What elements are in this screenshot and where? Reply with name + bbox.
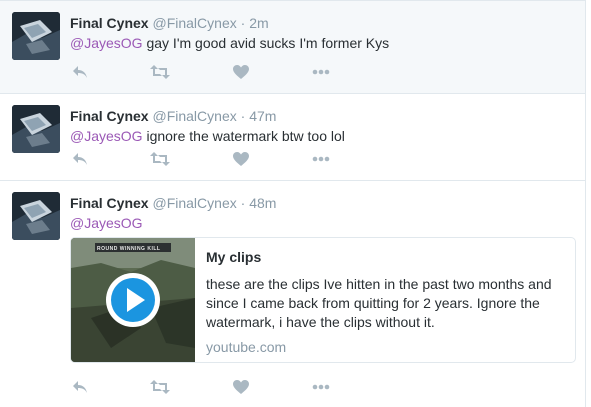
reply-button[interactable] bbox=[72, 150, 88, 168]
username[interactable]: @FinalCynex bbox=[152, 15, 236, 31]
separator: · bbox=[240, 15, 246, 31]
like-icon bbox=[233, 65, 249, 79]
more-icon bbox=[312, 156, 330, 162]
timestamp[interactable]: 47m bbox=[249, 108, 276, 124]
tweet-actions bbox=[70, 150, 370, 168]
tweet-text: @JayesOG ignore the watermark btw too lo… bbox=[70, 127, 345, 146]
timestamp[interactable]: 2m bbox=[249, 15, 268, 31]
reply-button[interactable] bbox=[72, 63, 88, 81]
username[interactable]: @FinalCynex bbox=[152, 195, 236, 211]
timestamp[interactable]: 48m bbox=[249, 195, 276, 211]
more-button[interactable] bbox=[312, 150, 330, 168]
card-title[interactable]: My clips bbox=[206, 248, 566, 267]
separator: · bbox=[240, 195, 246, 211]
card-description: these are the clips Ive hitten in the pa… bbox=[206, 276, 552, 330]
tweet-header: Final Cynex @FinalCynex · 48m bbox=[70, 194, 276, 212]
retweet-icon bbox=[150, 65, 170, 79]
tweet-actions bbox=[70, 378, 370, 396]
separator: · bbox=[240, 108, 246, 124]
tweet-body: ignore the watermark btw too lol bbox=[142, 128, 345, 144]
video-thumbnail[interactable]: ROUND WINNING KILL bbox=[71, 238, 195, 362]
card-body: My clips these are the clips Ive hitten … bbox=[206, 248, 566, 357]
more-icon bbox=[312, 69, 330, 75]
play-icon[interactable] bbox=[105, 272, 161, 328]
tweet-text: @JayesOG bbox=[70, 214, 143, 233]
avatar[interactable] bbox=[12, 192, 60, 240]
more-button[interactable] bbox=[312, 378, 330, 396]
timeline: Final Cynex @FinalCynex · 2m @JayesOG ga… bbox=[0, 0, 586, 407]
display-name[interactable]: Final Cynex bbox=[70, 195, 149, 211]
mention-link[interactable]: @JayesOG bbox=[70, 35, 143, 51]
thumbnail-caption: ROUND WINNING KILL bbox=[97, 246, 161, 252]
reply-button[interactable] bbox=[72, 378, 88, 396]
avatar[interactable] bbox=[12, 105, 60, 153]
tweet[interactable]: Final Cynex @FinalCynex · 2m @JayesOG ga… bbox=[0, 0, 585, 94]
retweet-icon bbox=[150, 380, 170, 394]
retweet-button[interactable] bbox=[150, 63, 170, 81]
card-domain: youtube.com bbox=[206, 339, 287, 355]
like-icon bbox=[233, 152, 249, 166]
like-icon bbox=[233, 380, 249, 394]
like-button[interactable] bbox=[233, 63, 249, 81]
reply-icon bbox=[73, 381, 87, 393]
mention-link[interactable]: @JayesOG bbox=[70, 215, 143, 231]
retweet-button[interactable] bbox=[150, 378, 170, 396]
display-name[interactable]: Final Cynex bbox=[70, 108, 149, 124]
retweet-icon bbox=[150, 152, 170, 166]
more-button[interactable] bbox=[312, 63, 330, 81]
tweet[interactable]: Final Cynex @FinalCynex · 47m @JayesOG i… bbox=[0, 94, 585, 181]
like-button[interactable] bbox=[233, 378, 249, 396]
like-button[interactable] bbox=[233, 150, 249, 168]
link-card[interactable]: ROUND WINNING KILL My clips these are th… bbox=[70, 237, 576, 363]
tweet-body: gay I'm good avid sucks I'm former Kys bbox=[142, 35, 390, 51]
reply-icon bbox=[73, 153, 87, 165]
tweet-actions bbox=[70, 63, 370, 81]
display-name[interactable]: Final Cynex bbox=[70, 15, 149, 31]
tweet-header: Final Cynex @FinalCynex · 47m bbox=[70, 107, 276, 125]
more-icon bbox=[312, 384, 330, 390]
username[interactable]: @FinalCynex bbox=[152, 108, 236, 124]
tweet-header: Final Cynex @FinalCynex · 2m bbox=[70, 14, 269, 32]
reply-icon bbox=[73, 66, 87, 78]
mention-link[interactable]: @JayesOG bbox=[70, 128, 143, 144]
retweet-button[interactable] bbox=[150, 150, 170, 168]
avatar[interactable] bbox=[12, 12, 60, 60]
tweet[interactable]: Final Cynex @FinalCynex · 48m @JayesOG R… bbox=[0, 181, 585, 407]
tweet-text: @JayesOG gay I'm good avid sucks I'm for… bbox=[70, 34, 389, 53]
